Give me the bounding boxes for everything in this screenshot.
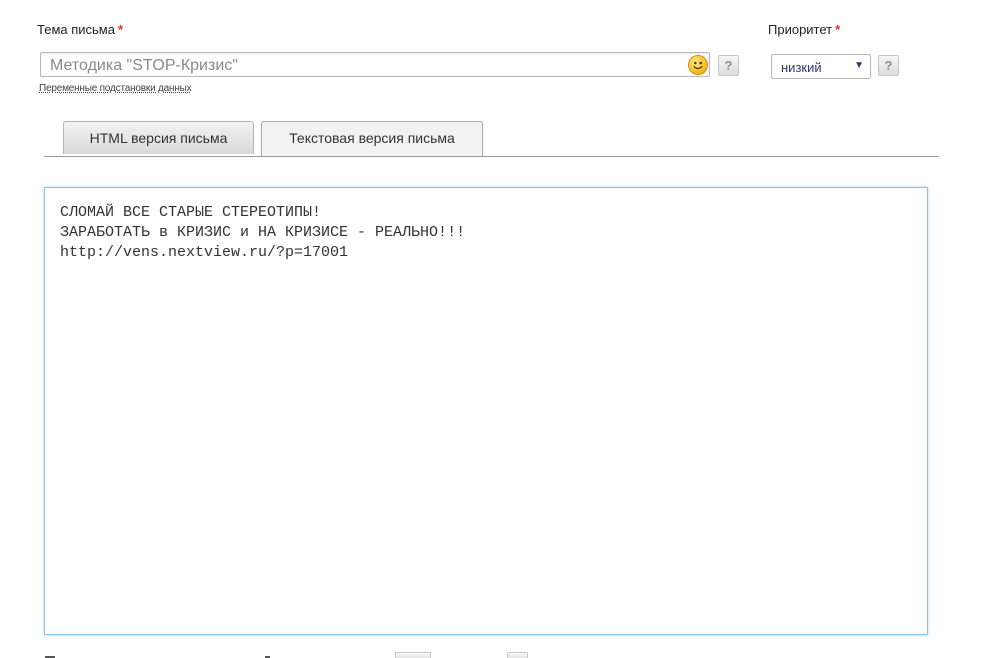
required-mark: * (117, 22, 124, 37)
body-line: http://vens.nextview.ru/?p=17001 (60, 244, 349, 261)
version-tabs: HTML версия письма Текстовая версия пись… (44, 121, 939, 157)
cutoff-input[interactable] (395, 652, 431, 658)
bottom-options-row (0, 648, 992, 658)
priority-label: Приоритет * (768, 22, 840, 37)
subject-help-button[interactable]: ? (718, 55, 739, 76)
tab-html-version[interactable]: HTML версия письма (63, 121, 254, 154)
priority-select[interactable]: низкий ▼ (771, 54, 871, 79)
subject-label-text: Тема письма (37, 22, 115, 37)
required-mark: * (835, 22, 841, 37)
dropdown-arrow-icon: ▼ (854, 60, 864, 71)
body-line: ЗАРАБОТАТЬ в КРИЗИС и НА КРИЗИСЕ - РЕАЛЬ… (60, 224, 466, 241)
tab-text-version[interactable]: Текстовая версия письма (261, 121, 483, 156)
subject-input[interactable]: Методика "STOP-Кризис" (40, 52, 710, 77)
subject-value: Методика "STOP-Кризис" (50, 57, 238, 74)
priority-label-text: Приоритет (768, 22, 833, 37)
body-line: СЛОМАЙ ВСЕ СТАРЫЕ СТЕРЕОТИПЫ! (60, 204, 322, 221)
cutoff-help-button[interactable] (507, 652, 528, 658)
priority-help-button[interactable]: ? (878, 55, 899, 76)
variables-link[interactable]: Переменные подстановки данных (39, 83, 192, 94)
body-text-editor[interactable]: СЛОМАЙ ВСЕ СТАРЫЕ СТЕРЕОТИПЫ! ЗАРАБОТАТЬ… (44, 187, 928, 635)
subject-label: Тема письма * (37, 22, 123, 37)
priority-selected-value: низкий (781, 60, 822, 75)
smiley-icon[interactable] (689, 56, 707, 74)
email-editor-form: Тема письма * Методика "STOP-Кризис" ? Пе… (0, 0, 992, 658)
